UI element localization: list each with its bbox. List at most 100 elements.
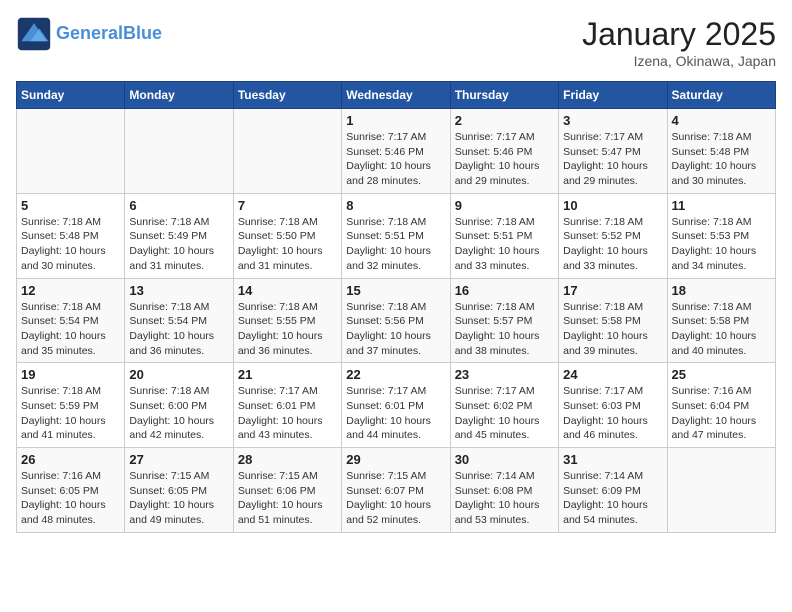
day-info: Sunrise: 7:17 AM Sunset: 6:01 PM Dayligh… <box>238 384 337 443</box>
logo-line2: Blue <box>123 23 162 43</box>
day-number: 6 <box>129 198 228 213</box>
day-number: 15 <box>346 283 445 298</box>
weekday-header-thursday: Thursday <box>450 82 558 109</box>
logo-line1: General <box>56 23 123 43</box>
day-number: 22 <box>346 367 445 382</box>
calendar-cell: 9 Sunrise: 7:18 AM Sunset: 5:51 PM Daylig… <box>450 193 558 278</box>
day-number: 9 <box>455 198 554 213</box>
day-number: 31 <box>563 452 662 467</box>
calendar-cell: 2Sunrise: 7:17 AM Sunset: 5:46 PM Daylig… <box>450 109 558 194</box>
day-number: 27 <box>129 452 228 467</box>
day-info: Sunrise: 7:18 AM Sunset: 6:00 PM Dayligh… <box>129 384 228 443</box>
day-number: 4 <box>672 113 771 128</box>
day-number: 3 <box>563 113 662 128</box>
day-info: Sunrise: 7:18 AM Sunset: 5:48 PM Dayligh… <box>21 215 120 274</box>
month-title: January 2025 <box>582 16 776 53</box>
calendar-cell: 22 Sunrise: 7:17 AM Sunset: 6:01 PM Dayli… <box>342 363 450 448</box>
day-info: Sunrise: 7:18 AM Sunset: 5:57 PM Dayligh… <box>455 300 554 359</box>
day-info: Sunrise: 7:18 AM Sunset: 5:51 PM Dayligh… <box>455 215 554 274</box>
day-number: 7 <box>238 198 337 213</box>
weekday-header-wednesday: Wednesday <box>342 82 450 109</box>
page-header: GeneralBlue January 2025 Izena, Okinawa,… <box>16 16 776 69</box>
calendar-cell: 15 Sunrise: 7:18 AM Sunset: 5:56 PM Dayli… <box>342 278 450 363</box>
location-subtitle: Izena, Okinawa, Japan <box>582 53 776 69</box>
day-number: 11 <box>672 198 771 213</box>
weekday-header-monday: Monday <box>125 82 233 109</box>
day-number: 10 <box>563 198 662 213</box>
title-area: January 2025 Izena, Okinawa, Japan <box>582 16 776 69</box>
day-number: 28 <box>238 452 337 467</box>
day-info: Sunrise: 7:18 AM Sunset: 5:56 PM Dayligh… <box>346 300 445 359</box>
day-info: Sunrise: 7:18 AM Sunset: 5:59 PM Dayligh… <box>21 384 120 443</box>
calendar-week-4: 19Sunrise: 7:18 AM Sunset: 5:59 PM Dayli… <box>17 363 776 448</box>
day-number: 26 <box>21 452 120 467</box>
day-info: Sunrise: 7:18 AM Sunset: 5:54 PM Dayligh… <box>129 300 228 359</box>
day-info: Sunrise: 7:18 AM Sunset: 5:55 PM Dayligh… <box>238 300 337 359</box>
calendar-cell: 10 Sunrise: 7:18 AM Sunset: 5:52 PM Dayli… <box>559 193 667 278</box>
calendar-cell: 20 Sunrise: 7:18 AM Sunset: 6:00 PM Dayli… <box>125 363 233 448</box>
calendar-cell: 19Sunrise: 7:18 AM Sunset: 5:59 PM Dayli… <box>17 363 125 448</box>
day-info: Sunrise: 7:14 AM Sunset: 6:09 PM Dayligh… <box>563 469 662 528</box>
day-info: Sunrise: 7:15 AM Sunset: 6:06 PM Dayligh… <box>238 469 337 528</box>
calendar-body: 1Sunrise: 7:17 AM Sunset: 5:46 PM Daylig… <box>17 109 776 533</box>
day-info: Sunrise: 7:18 AM Sunset: 5:58 PM Dayligh… <box>672 300 771 359</box>
day-info: Sunrise: 7:18 AM Sunset: 5:51 PM Dayligh… <box>346 215 445 274</box>
calendar-cell <box>233 109 341 194</box>
calendar-header: SundayMondayTuesdayWednesdayThursdayFrid… <box>17 82 776 109</box>
day-info: Sunrise: 7:14 AM Sunset: 6:08 PM Dayligh… <box>455 469 554 528</box>
day-info: Sunrise: 7:18 AM Sunset: 5:53 PM Dayligh… <box>672 215 771 274</box>
calendar-cell: 26 Sunrise: 7:16 AM Sunset: 6:05 PM Dayli… <box>17 448 125 533</box>
weekday-header-row: SundayMondayTuesdayWednesdayThursdayFrid… <box>17 82 776 109</box>
day-number: 23 <box>455 367 554 382</box>
day-number: 20 <box>129 367 228 382</box>
day-info: Sunrise: 7:18 AM Sunset: 5:58 PM Dayligh… <box>563 300 662 359</box>
weekday-header-saturday: Saturday <box>667 82 775 109</box>
day-number: 5 <box>21 198 120 213</box>
day-number: 14 <box>238 283 337 298</box>
calendar-cell: 4 Sunrise: 7:18 AM Sunset: 5:48 PM Daylig… <box>667 109 775 194</box>
weekday-header-friday: Friday <box>559 82 667 109</box>
calendar-cell: 8 Sunrise: 7:18 AM Sunset: 5:51 PM Daylig… <box>342 193 450 278</box>
calendar-cell: 3 Sunrise: 7:17 AM Sunset: 5:47 PM Daylig… <box>559 109 667 194</box>
calendar-cell: 27 Sunrise: 7:15 AM Sunset: 6:05 PM Dayli… <box>125 448 233 533</box>
day-info: Sunrise: 7:18 AM Sunset: 5:48 PM Dayligh… <box>672 130 771 189</box>
day-number: 8 <box>346 198 445 213</box>
calendar-cell: 17Sunrise: 7:18 AM Sunset: 5:58 PM Dayli… <box>559 278 667 363</box>
day-number: 18 <box>672 283 771 298</box>
calendar-cell <box>125 109 233 194</box>
day-number: 16 <box>455 283 554 298</box>
day-number: 30 <box>455 452 554 467</box>
calendar-cell: 31 Sunrise: 7:14 AM Sunset: 6:09 PM Dayli… <box>559 448 667 533</box>
calendar-cell: 14 Sunrise: 7:18 AM Sunset: 5:55 PM Dayli… <box>233 278 341 363</box>
day-info: Sunrise: 7:15 AM Sunset: 6:05 PM Dayligh… <box>129 469 228 528</box>
calendar-cell: 5 Sunrise: 7:18 AM Sunset: 5:48 PM Daylig… <box>17 193 125 278</box>
calendar-cell <box>667 448 775 533</box>
day-info: Sunrise: 7:18 AM Sunset: 5:50 PM Dayligh… <box>238 215 337 274</box>
day-info: Sunrise: 7:17 AM Sunset: 6:02 PM Dayligh… <box>455 384 554 443</box>
calendar-cell: 6Sunrise: 7:18 AM Sunset: 5:49 PM Daylig… <box>125 193 233 278</box>
calendar-cell: 7 Sunrise: 7:18 AM Sunset: 5:50 PM Daylig… <box>233 193 341 278</box>
calendar-cell: 23 Sunrise: 7:17 AM Sunset: 6:02 PM Dayli… <box>450 363 558 448</box>
calendar-cell: 13 Sunrise: 7:18 AM Sunset: 5:54 PM Dayli… <box>125 278 233 363</box>
day-info: Sunrise: 7:18 AM Sunset: 5:52 PM Dayligh… <box>563 215 662 274</box>
day-info: Sunrise: 7:16 AM Sunset: 6:04 PM Dayligh… <box>672 384 771 443</box>
calendar-cell: 29Sunrise: 7:15 AM Sunset: 6:07 PM Dayli… <box>342 448 450 533</box>
day-info: Sunrise: 7:16 AM Sunset: 6:05 PM Dayligh… <box>21 469 120 528</box>
day-number: 21 <box>238 367 337 382</box>
calendar-cell: 18 Sunrise: 7:18 AM Sunset: 5:58 PM Dayli… <box>667 278 775 363</box>
day-info: Sunrise: 7:17 AM Sunset: 6:03 PM Dayligh… <box>563 384 662 443</box>
day-number: 1 <box>346 113 445 128</box>
calendar-cell: 11 Sunrise: 7:18 AM Sunset: 5:53 PM Dayli… <box>667 193 775 278</box>
calendar-week-3: 12Sunrise: 7:18 AM Sunset: 5:54 PM Dayli… <box>17 278 776 363</box>
calendar-week-2: 5 Sunrise: 7:18 AM Sunset: 5:48 PM Daylig… <box>17 193 776 278</box>
day-info: Sunrise: 7:17 AM Sunset: 6:01 PM Dayligh… <box>346 384 445 443</box>
day-number: 13 <box>129 283 228 298</box>
calendar-cell: 25Sunrise: 7:16 AM Sunset: 6:04 PM Dayli… <box>667 363 775 448</box>
weekday-header-tuesday: Tuesday <box>233 82 341 109</box>
calendar-cell <box>17 109 125 194</box>
day-info: Sunrise: 7:18 AM Sunset: 5:54 PM Dayligh… <box>21 300 120 359</box>
day-number: 24 <box>563 367 662 382</box>
logo: GeneralBlue <box>16 16 162 52</box>
weekday-header-sunday: Sunday <box>17 82 125 109</box>
day-info: Sunrise: 7:17 AM Sunset: 5:47 PM Dayligh… <box>563 130 662 189</box>
